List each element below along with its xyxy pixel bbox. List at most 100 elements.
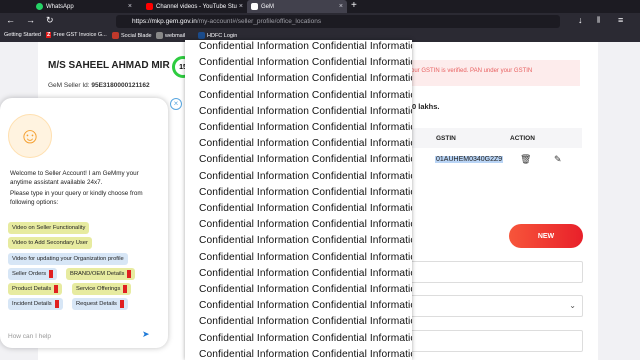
bookmark-item[interactable]: Getting Started <box>4 32 41 38</box>
close-icon[interactable]: × <box>239 3 243 10</box>
url-path: /my-account#/seller_profile/office_locat… <box>196 18 322 25</box>
seller-name: M/S SAHEEL AHMAD MIR <box>48 60 170 71</box>
seller-id-label: GeM Seller Id: <box>48 82 90 89</box>
seller-id-value: 95E3180000121162 <box>91 82 150 89</box>
back-icon[interactable]: ← <box>6 15 15 25</box>
new-button[interactable]: NEW <box>509 224 583 248</box>
menu-icon[interactable]: ≡ <box>618 15 623 25</box>
confidential-overlay: Confidential Information Confidential In… <box>185 40 412 360</box>
gstin-alert: your GSTIN is verified. PAN under your G… <box>402 60 580 86</box>
form-select[interactable]: ⌄ <box>400 295 583 317</box>
confidential-line: Confidential Information Confidential In… <box>199 300 412 312</box>
webmail-icon <box>156 32 163 39</box>
chat-option[interactable]: Product Details <box>8 283 63 295</box>
youtube-icon <box>146 3 153 10</box>
notification-badge <box>123 285 128 293</box>
chat-greeting: Welcome to Seller Account! I am GeMmy yo… <box>10 170 139 186</box>
confidential-line: Confidential Information Confidential In… <box>199 267 412 279</box>
hdfc-icon <box>198 32 205 39</box>
tab-label: GeM <box>261 3 275 10</box>
chatbot-panel: ☺ Welcome to Seller Account! I am GeMmy … <box>0 98 168 348</box>
confidential-line: Confidential Information Confidential In… <box>199 186 412 198</box>
download-icon[interactable]: ↓ <box>578 15 583 25</box>
confidential-line: Confidential Information Confidential In… <box>199 41 412 52</box>
notification-badge <box>127 270 132 278</box>
confidential-line: Confidential Information Confidential In… <box>199 105 412 117</box>
socialblade-icon <box>112 32 119 39</box>
confidential-line: Confidential Information Confidential In… <box>199 284 412 295</box>
option-label: BRAND/OEM Details <box>70 271 125 277</box>
nav-bar: ← → ↻ https://mkp.gem.gov.in/my-account#… <box>0 13 640 30</box>
zoho-icon: Z <box>46 32 52 38</box>
notification-badge <box>54 300 59 308</box>
confidential-line: Confidential Information Confidential In… <box>199 154 412 166</box>
close-icon[interactable]: × <box>339 3 343 10</box>
tab-gem[interactable]: GeM × <box>247 0 347 13</box>
confidential-line: Confidential Information Confidential In… <box>199 138 412 150</box>
bookmark-item[interactable]: Z Free GST Invoice G... <box>46 32 107 38</box>
chat-option[interactable]: Video for updating your Organization pro… <box>8 253 128 265</box>
tab-whatsapp[interactable]: WhatsApp × <box>32 0 136 13</box>
bookmark-item[interactable]: webmail <box>156 32 185 39</box>
bookmark-label: HDFC Login <box>207 32 238 39</box>
close-icon[interactable]: × <box>170 98 182 110</box>
close-icon[interactable]: × <box>128 3 132 10</box>
chat-option[interactable]: Incident Details <box>8 298 63 310</box>
forward-icon[interactable]: → <box>26 15 35 25</box>
form-field[interactable] <box>400 330 583 352</box>
reload-icon[interactable]: ↻ <box>46 15 54 26</box>
gstin-cell: 01AUHEM0340G2Z9 <box>435 156 504 163</box>
whatsapp-icon <box>36 3 43 10</box>
confidential-line: Confidential Information Confidential In… <box>199 332 412 344</box>
confidential-line: Confidential Information Confidential In… <box>199 316 412 328</box>
notification-badge <box>119 300 124 308</box>
confidential-line: Confidential Information Confidential In… <box>199 170 412 182</box>
confidential-line: Confidential Information Confidential In… <box>199 235 412 247</box>
confidential-line: Confidential Information Confidential In… <box>199 57 412 69</box>
chat-option[interactable]: BRAND/OEM Details <box>66 268 136 280</box>
notification-badge <box>54 285 59 293</box>
chat-option[interactable]: Video on Seller Functionality <box>8 222 90 234</box>
column-header-action: ACTION <box>510 135 535 142</box>
library-icon[interactable]: ⫼ <box>597 17 600 25</box>
tab-bar: WhatsApp × Channel videos - YouTube Stu … <box>0 0 640 13</box>
table-header: GSTIN ACTION <box>410 128 582 148</box>
bookmark-item[interactable]: HDFC Login <box>198 32 237 39</box>
seller-id: GeM Seller Id: 95E3180000121162 <box>48 82 150 89</box>
chevron-down-icon: ⌄ <box>569 301 576 310</box>
option-label: Request Details <box>76 301 117 307</box>
confidential-line: Confidential Information Confidential In… <box>199 219 412 231</box>
chat-prompt: Please type in your query or kindly choo… <box>10 190 143 206</box>
chat-option[interactable]: Request Details <box>72 298 128 310</box>
form-field[interactable] <box>400 261 583 283</box>
edit-icon[interactable]: ✎ <box>554 154 562 165</box>
tab-label: WhatsApp <box>46 3 74 10</box>
confidential-line: Confidential Information Confidential In… <box>199 122 412 133</box>
chat-input[interactable]: How can I help <box>8 333 51 340</box>
chat-option[interactable]: Service Offerings <box>72 283 132 295</box>
limit-text: 0 lakhs. <box>412 102 440 111</box>
option-label: Seller Orders <box>12 271 47 277</box>
confidential-line: Confidential Information Confidential In… <box>199 251 412 263</box>
confidential-line: Confidential Information Confidential In… <box>199 89 412 101</box>
option-label: Product Details <box>12 286 52 292</box>
confidential-line: Confidential Information Confidential In… <box>199 348 412 360</box>
confidential-line: Confidential Information Confidential In… <box>199 203 412 214</box>
column-header-gstin: GSTIN <box>436 135 456 142</box>
bookmark-item[interactable]: Social Blade <box>112 32 152 39</box>
bookmark-label: Social Blade <box>121 32 152 39</box>
chat-option[interactable]: Video to Add Secondary User <box>8 237 92 249</box>
url-host: https://mkp.gem.gov.in <box>132 18 197 25</box>
tab-youtube[interactable]: Channel videos - YouTube Stu × <box>142 0 247 13</box>
confidential-line: Confidential Information Confidential In… <box>199 73 412 85</box>
bookmark-label: webmail <box>165 32 186 39</box>
send-icon[interactable]: ➤ <box>142 329 150 340</box>
gem-icon <box>251 3 258 10</box>
chat-option[interactable]: Seller Orders <box>8 268 58 280</box>
assistant-avatar: ☺ <box>8 114 52 158</box>
delete-icon[interactable]: 🗑 <box>520 154 531 165</box>
option-label: Service Offerings <box>76 286 121 292</box>
new-tab-icon[interactable]: + <box>351 0 357 12</box>
notification-badge <box>49 270 54 278</box>
url-bar[interactable]: https://mkp.gem.gov.in/my-account#/selle… <box>116 15 560 28</box>
